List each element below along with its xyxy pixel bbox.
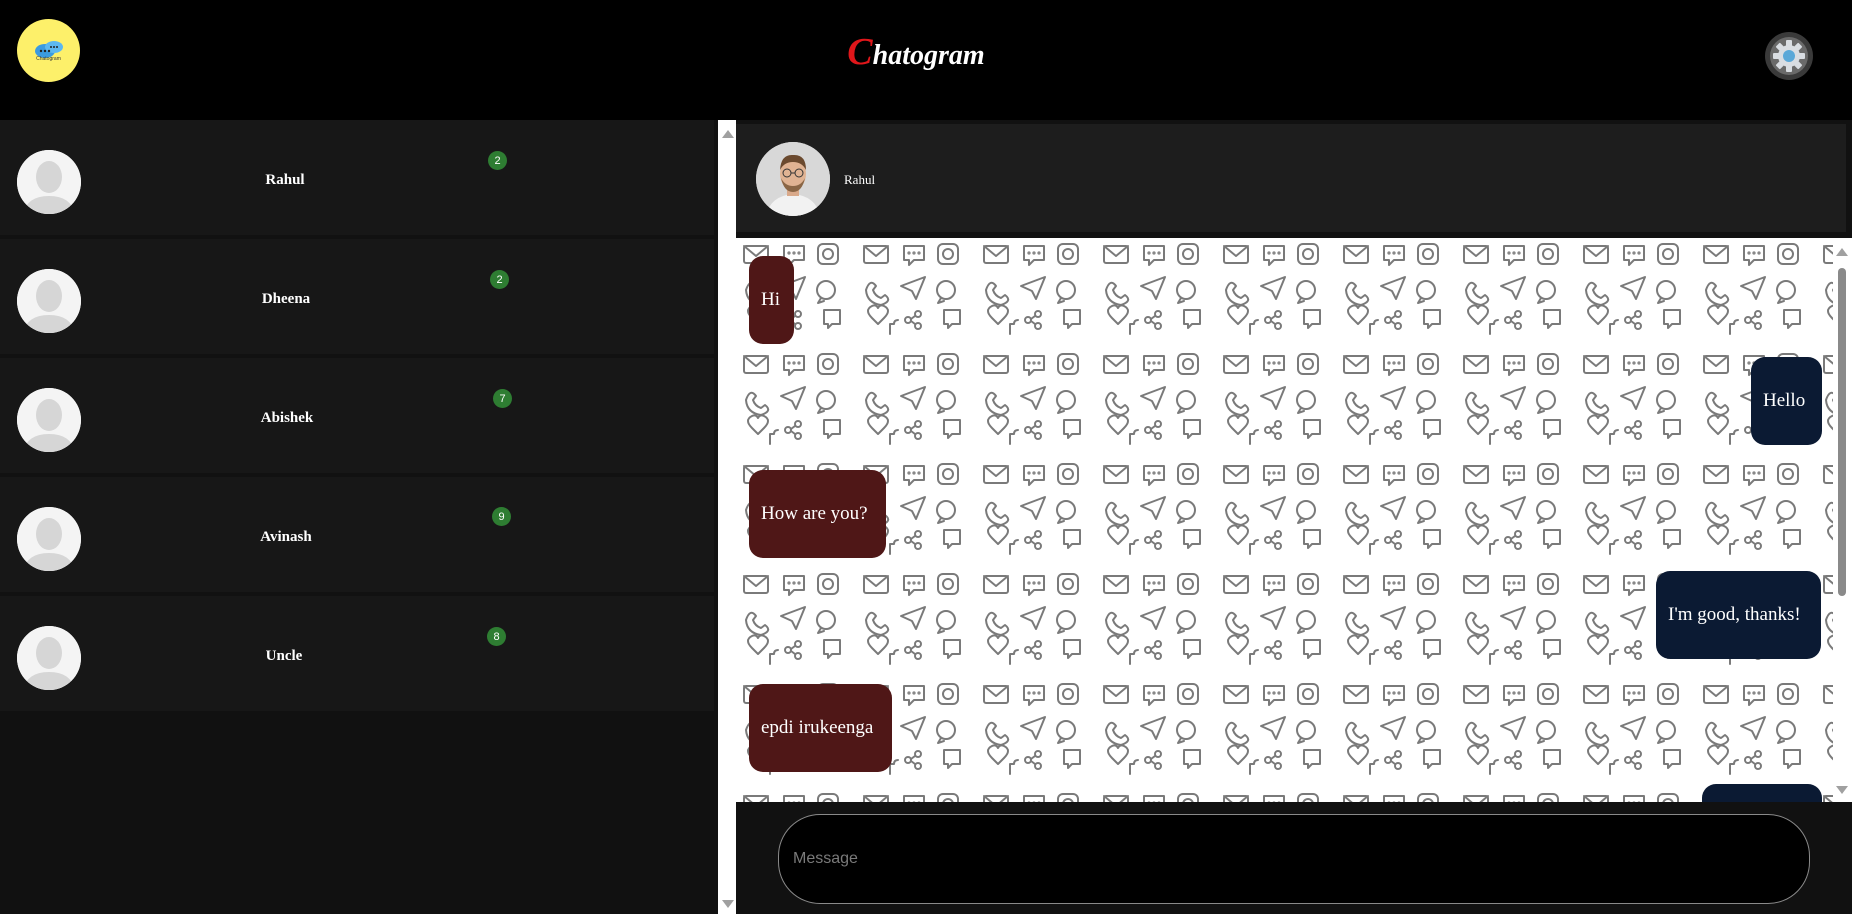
message-bubble-outgoing: Hello	[1751, 357, 1822, 445]
contact-avatar	[17, 269, 81, 333]
active-contact-avatar[interactable]	[756, 142, 830, 216]
message-bubble-outgoing: I'm good, thanks!	[1656, 571, 1821, 659]
unread-badge: 2	[488, 151, 507, 170]
top-bar: Chatogram Chatogram	[0, 0, 1852, 120]
settings-button[interactable]	[1765, 32, 1813, 80]
gear-icon	[1770, 37, 1808, 75]
contact-name: Dheena	[261, 291, 311, 307]
unread-badge: 7	[493, 389, 512, 408]
contact-name: Avinash	[260, 529, 312, 545]
scrollbar-thumb[interactable]	[1838, 268, 1846, 596]
unread-badge: 2	[490, 270, 509, 289]
contact-list: Rahul 2 Dheena 2 Abishek 7 Avinash 9 Unc…	[0, 120, 718, 914]
scroll-up-arrow-icon[interactable]	[1836, 248, 1848, 256]
contact-name: Uncle	[265, 648, 303, 664]
message-composer	[736, 802, 1852, 914]
scroll-down-arrow-icon[interactable]	[722, 900, 734, 908]
contact-avatar	[17, 626, 81, 690]
unread-badge: 8	[487, 627, 506, 646]
message-bubble-incoming: How are you?	[749, 470, 886, 558]
chat-header: Rahul	[736, 124, 1846, 232]
chat-panel: Rahul Hi Hello How are you? I'm good, th…	[736, 120, 1852, 914]
unread-badge: 9	[492, 507, 511, 526]
scroll-up-arrow-icon[interactable]	[722, 130, 734, 138]
message-bubble-outgoing-partial	[1702, 784, 1822, 802]
app-title-rest: hatogram	[872, 40, 985, 71]
app-title: Chatogram	[0, 30, 1832, 74]
contact-avatar	[17, 507, 81, 571]
contact-item-abishek[interactable]: Abishek 7	[0, 358, 714, 473]
message-bubble-incoming: epdi irukeenga	[749, 684, 892, 772]
chat-background-pattern	[736, 238, 1852, 802]
contact-item-uncle[interactable]: Uncle 8	[0, 596, 714, 711]
message-input[interactable]	[778, 814, 1810, 904]
contact-item-dheena[interactable]: Dheena 2	[0, 239, 714, 354]
app-title-initial: C	[847, 31, 873, 73]
message-area: Hi Hello How are you? I'm good, thanks! …	[736, 238, 1852, 802]
contact-name: Rahul	[265, 172, 305, 188]
message-scrollbar[interactable]	[1833, 238, 1852, 802]
contact-avatar	[17, 150, 81, 214]
contact-item-rahul[interactable]: Rahul 2	[0, 120, 714, 235]
message-bubble-incoming: Hi	[749, 256, 794, 344]
contact-name: Abishek	[260, 410, 314, 426]
contact-list-scrollbar[interactable]	[718, 120, 736, 914]
scroll-down-arrow-icon[interactable]	[1836, 786, 1848, 794]
contact-item-avinash[interactable]: Avinash 9	[0, 477, 714, 592]
contact-avatar	[17, 388, 81, 452]
active-contact-name: Rahul	[844, 172, 876, 187]
